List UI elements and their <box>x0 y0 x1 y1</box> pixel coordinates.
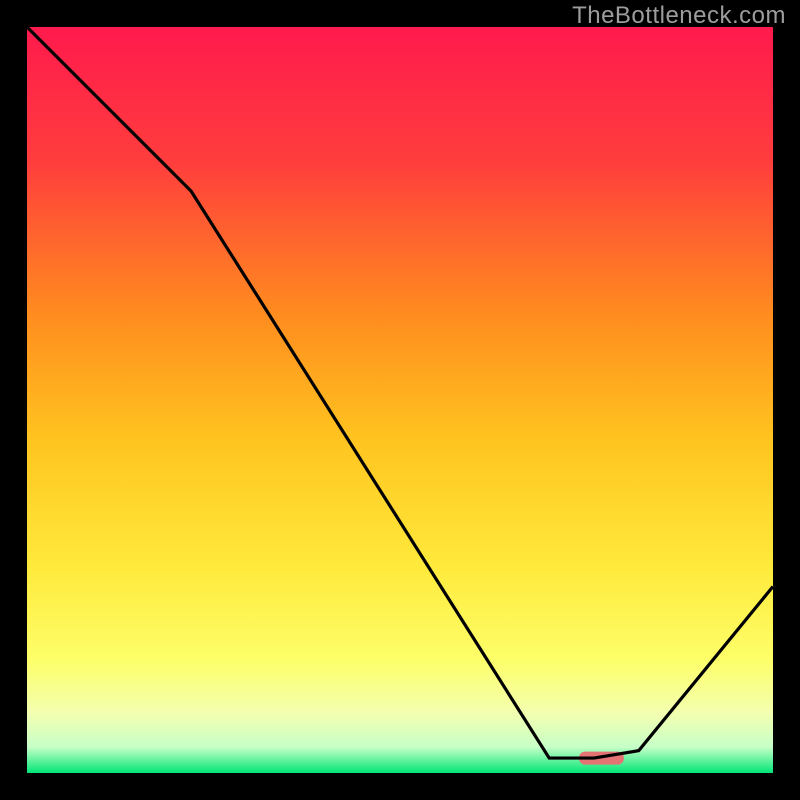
watermark-text: TheBottleneck.com <box>572 2 786 30</box>
chart-frame: TheBottleneck.com <box>0 0 800 800</box>
plot-area <box>27 27 773 773</box>
bottleneck-curve-chart <box>27 27 773 773</box>
